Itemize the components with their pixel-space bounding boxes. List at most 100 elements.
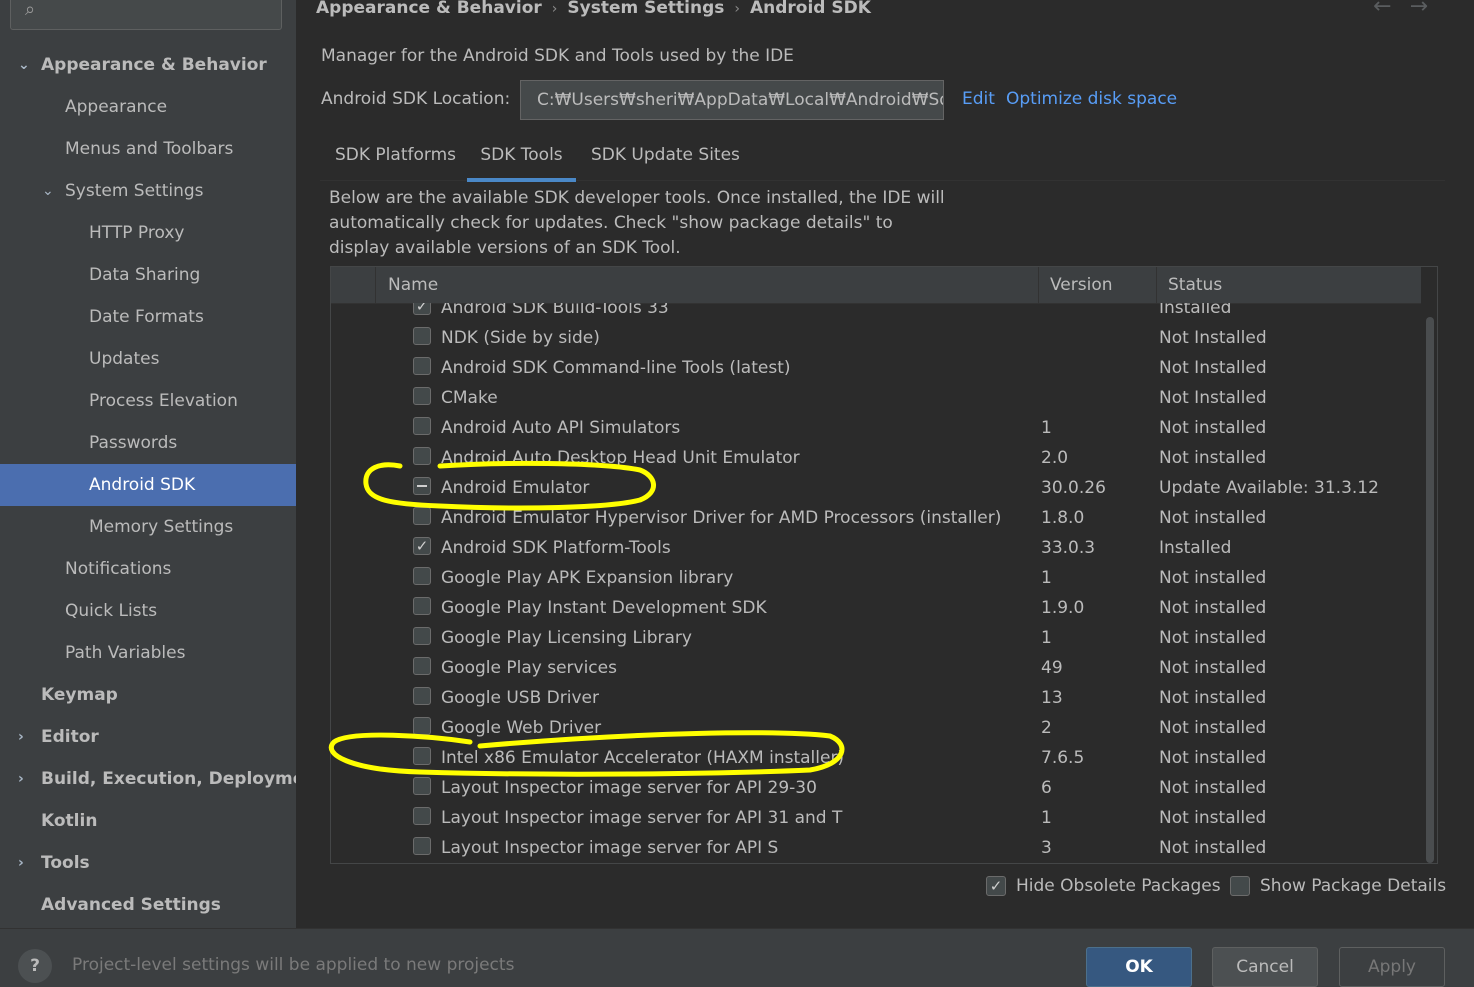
- row-checkbox[interactable]: [413, 717, 431, 735]
- table-row[interactable]: Google Play Licensing Library 1 Not instal…: [331, 623, 1421, 653]
- sidebar-item-memory-settings[interactable]: Memory Settings: [0, 506, 296, 548]
- cell-name: Google Web Driver: [441, 718, 602, 738]
- table-scrollbar[interactable]: [1423, 303, 1437, 863]
- cell-status: Not installed: [1159, 508, 1267, 528]
- row-checkbox[interactable]: [413, 447, 431, 465]
- table-row[interactable]: ✓ Android SDK Build-Tools 33 Installed: [331, 303, 1421, 323]
- row-checkbox[interactable]: [413, 327, 431, 345]
- sidebar-item-path-variables[interactable]: Path Variables: [0, 632, 296, 674]
- edit-link[interactable]: Edit: [962, 89, 995, 109]
- table-row[interactable]: Google Web Driver 2 Not installed: [331, 713, 1421, 743]
- table-row[interactable]: Layout Inspector image server for API S 3…: [331, 833, 1421, 863]
- row-checkbox[interactable]: [413, 507, 431, 525]
- cell-name: Intel x86 Emulator Accelerator (HAXM ins…: [441, 748, 845, 768]
- sidebar-item-tools[interactable]: › Tools: [0, 842, 296, 884]
- row-checkbox[interactable]: [413, 777, 431, 795]
- optimize-disk-space-link[interactable]: Optimize disk space: [1006, 89, 1177, 109]
- sidebar-item-editor[interactable]: › Editor: [0, 716, 296, 758]
- table-row[interactable]: Layout Inspector image server for API 31…: [331, 803, 1421, 833]
- sidebar-item-date-formats[interactable]: Date Formats: [0, 296, 296, 338]
- sidebar-item-kotlin[interactable]: Kotlin: [0, 800, 296, 842]
- table-row[interactable]: Android SDK Command-line Tools (latest) N…: [331, 353, 1421, 383]
- row-checkbox[interactable]: ✓: [413, 537, 431, 555]
- row-checkbox[interactable]: [413, 477, 431, 495]
- column-header-status[interactable]: Status: [1156, 267, 1433, 303]
- apply-button[interactable]: Apply: [1339, 947, 1445, 987]
- table-row[interactable]: CMake Not Installed: [331, 383, 1421, 413]
- cancel-button[interactable]: Cancel: [1212, 947, 1318, 987]
- sidebar-item-menus-and-toolbars[interactable]: Menus and Toolbars: [0, 128, 296, 170]
- table-row[interactable]: Android Emulator 30.0.26 Update Available:…: [331, 473, 1421, 503]
- cell-name: Layout Inspector image server for API 31…: [441, 808, 843, 828]
- sidebar-item-passwords[interactable]: Passwords: [0, 422, 296, 464]
- sidebar-item-process-elevation[interactable]: Process Elevation: [0, 380, 296, 422]
- table-row[interactable]: Intel x86 Emulator Accelerator (HAXM ins…: [331, 743, 1421, 773]
- sidebar-item-android-sdk[interactable]: Android SDK: [0, 464, 296, 506]
- sdk-tabs: SDK Platforms SDK Tools SDK Update Sites: [320, 138, 1445, 182]
- sidebar-item-label: Data Sharing: [89, 265, 201, 285]
- table-row[interactable]: Google USB Driver 13 Not installed: [331, 683, 1421, 713]
- table-row[interactable]: Android Auto API Simulators 1 Not installe…: [331, 413, 1421, 443]
- chevron-right-icon[interactable]: ›: [18, 758, 24, 800]
- tab-sdk-update-sites[interactable]: SDK Update Sites: [591, 138, 740, 178]
- sidebar-item-updates[interactable]: Updates: [0, 338, 296, 380]
- chevron-down-icon[interactable]: ⌄: [18, 44, 30, 86]
- sdk-location-label: Android SDK Location:: [321, 89, 511, 109]
- table-row[interactable]: Android Auto Desktop Head Unit Emulator 2…: [331, 443, 1421, 473]
- forward-arrow-icon[interactable]: →: [1410, 0, 1446, 19]
- hide-obsolete-checkbox[interactable]: ✓: [986, 876, 1006, 896]
- row-checkbox[interactable]: [413, 837, 431, 855]
- sidebar-item-appearance-behavior[interactable]: ⌄ Appearance & Behavior: [0, 44, 296, 86]
- sidebar-item-notifications[interactable]: Notifications: [0, 548, 296, 590]
- help-button[interactable]: ?: [18, 949, 52, 983]
- sidebar-item-http-proxy[interactable]: HTTP Proxy: [0, 212, 296, 254]
- chevron-down-icon[interactable]: ⌄: [42, 170, 54, 212]
- cell-version: 7.6.5: [1041, 748, 1085, 768]
- sidebar-item-label: Memory Settings: [89, 517, 234, 537]
- row-checkbox[interactable]: [413, 597, 431, 615]
- row-checkbox[interactable]: [413, 747, 431, 765]
- sidebar-item-build-execution-deployment[interactable]: › Build, Execution, Deployment: [0, 758, 296, 800]
- table-row[interactable]: ✓ Android SDK Platform-Tools 33.0.3 Install…: [331, 533, 1421, 563]
- column-header-version[interactable]: Version: [1038, 267, 1156, 303]
- ok-button[interactable]: OK: [1086, 947, 1192, 987]
- table-row[interactable]: Google Play services 49 Not installed: [331, 653, 1421, 683]
- column-header-name[interactable]: Name: [375, 267, 1050, 303]
- row-checkbox[interactable]: [413, 657, 431, 675]
- sidebar-item-data-sharing[interactable]: Data Sharing: [0, 254, 296, 296]
- breadcrumb-item[interactable]: Appearance & Behavior: [316, 0, 542, 18]
- show-package-details-checkbox[interactable]: [1230, 876, 1250, 896]
- cell-status: Not installed: [1159, 838, 1267, 858]
- tab-sdk-tools[interactable]: SDK Tools: [467, 138, 576, 182]
- row-checkbox[interactable]: [413, 357, 431, 375]
- settings-search-input[interactable]: ⌕: [10, 0, 282, 30]
- row-checkbox[interactable]: [413, 567, 431, 585]
- row-checkbox[interactable]: [413, 807, 431, 825]
- row-checkbox[interactable]: [413, 687, 431, 705]
- table-row[interactable]: Google Play Instant Development SDK 1.9.0…: [331, 593, 1421, 623]
- sidebar-item-quick-lists[interactable]: Quick Lists: [0, 590, 296, 632]
- table-row[interactable]: Google Play APK Expansion library 1 Not in…: [331, 563, 1421, 593]
- tab-sdk-platforms[interactable]: SDK Platforms: [335, 138, 456, 178]
- sidebar-item-label: Passwords: [89, 433, 178, 453]
- sdk-location-field[interactable]: C:₩Users₩sheri₩AppData₩Local₩Android₩Sdk: [520, 80, 944, 120]
- table-row[interactable]: Layout Inspector image server for API 29…: [331, 773, 1421, 803]
- sidebar-item-system-settings[interactable]: ⌄ System Settings: [0, 170, 296, 212]
- chevron-right-icon[interactable]: ›: [18, 842, 24, 884]
- sidebar-item-keymap[interactable]: Keymap: [0, 674, 296, 716]
- table-row[interactable]: Android Emulator Hypervisor Driver for A…: [331, 503, 1421, 533]
- table-row[interactable]: NDK (Side by side) Not Installed: [331, 323, 1421, 353]
- cell-name: Android Auto Desktop Head Unit Emulator: [441, 448, 800, 468]
- row-checkbox[interactable]: [413, 417, 431, 435]
- breadcrumb-item[interactable]: System Settings: [567, 0, 724, 18]
- cell-name: Android SDK Command-line Tools (latest): [441, 358, 791, 378]
- row-checkbox[interactable]: [413, 387, 431, 405]
- dialog-footer: ? Project-level settings will be applied…: [0, 928, 1474, 987]
- sidebar-item-advanced-settings[interactable]: Advanced Settings: [0, 884, 296, 926]
- sidebar-item-appearance[interactable]: Appearance: [0, 86, 296, 128]
- back-arrow-icon[interactable]: ←: [1373, 0, 1409, 19]
- scrollbar-thumb[interactable]: [1426, 317, 1434, 863]
- chevron-right-icon[interactable]: ›: [18, 716, 24, 758]
- row-checkbox[interactable]: [413, 627, 431, 645]
- row-checkbox[interactable]: ✓: [413, 303, 431, 315]
